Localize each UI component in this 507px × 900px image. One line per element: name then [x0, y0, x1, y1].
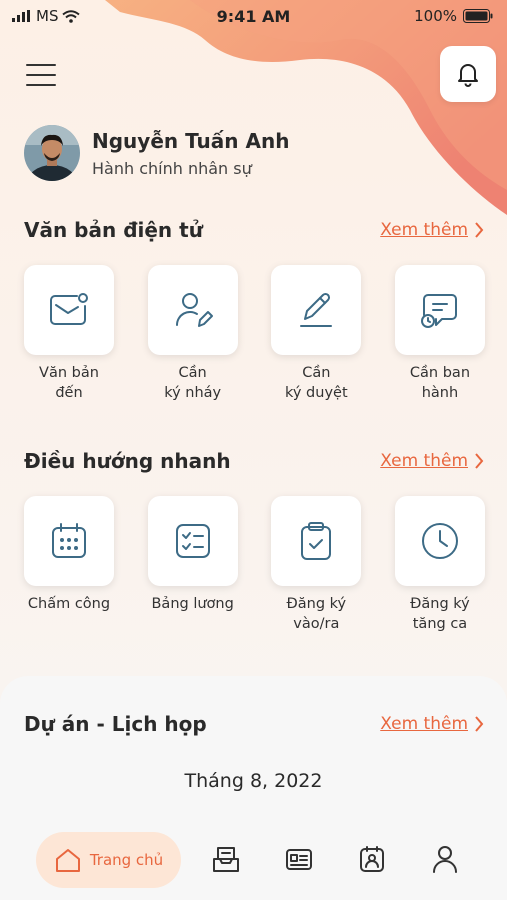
tile-card[interactable] — [271, 265, 362, 355]
tile-label-line: Cần — [302, 365, 331, 381]
clock-icon — [421, 523, 458, 559]
documents-see-more-link[interactable]: Xem thêm — [380, 220, 484, 240]
tile-label: Văn bản đến — [14, 363, 124, 403]
section-title: Điều hướng nhanh — [24, 449, 231, 473]
tile-label-line: Đăng ký — [410, 596, 470, 612]
tile-label-line: Bảng lương — [151, 596, 234, 612]
tile-label: Đăng ký vào/ra — [261, 594, 371, 634]
inbox-icon — [213, 847, 239, 872]
badge-icon — [360, 846, 384, 872]
tile-card[interactable] — [147, 265, 238, 355]
tile-need-issue[interactable]: Cần ban hành — [394, 265, 485, 403]
tile-incoming-documents[interactable]: Văn bản đến — [24, 265, 114, 403]
tile-overtime[interactable]: Đăng ký tăng ca — [394, 496, 485, 634]
tile-label-line: hành — [421, 385, 459, 401]
status-right: 100% — [414, 7, 493, 25]
calendar-icon — [52, 523, 86, 558]
tile-label: Cần ký nháy — [138, 363, 248, 403]
tile-card[interactable] — [394, 496, 485, 586]
hamburger-icon-line — [26, 74, 56, 76]
tile-label: Cần ký duyệt — [261, 363, 371, 403]
tile-label-line: đến — [55, 385, 83, 401]
tab-profile[interactable] — [428, 842, 462, 876]
tab-home[interactable]: Trang chủ — [36, 832, 181, 888]
carrier-label: MS — [36, 7, 59, 25]
tile-need-initial[interactable]: Cần ký nháy — [147, 265, 238, 403]
menu-button[interactable] — [26, 62, 56, 88]
chevron-right-icon — [475, 453, 484, 469]
tile-label: Chấm công — [14, 594, 124, 614]
signal-icon — [12, 10, 30, 22]
wifi-icon — [62, 9, 81, 23]
tile-label: Cần ban hành — [385, 363, 495, 403]
tile-label-line: ký nháy — [164, 385, 222, 401]
chevron-right-icon — [475, 716, 484, 732]
tile-need-approval[interactable]: Cần ký duyệt — [271, 265, 362, 403]
tile-label-line: Văn bản — [39, 365, 99, 381]
status-bar: MS 9:41 AM 100% — [0, 0, 507, 32]
pen-sign-icon — [300, 292, 333, 327]
see-more-label: Xem thêm — [380, 220, 468, 240]
user-edit-icon — [175, 293, 213, 327]
clipboard-check-icon — [301, 522, 332, 560]
profile-icon — [433, 846, 457, 873]
see-more-label: Xem thêm — [380, 714, 468, 734]
tile-card[interactable] — [24, 265, 114, 355]
hamburger-icon-line — [26, 84, 56, 86]
tile-card[interactable] — [271, 496, 362, 586]
tile-card[interactable] — [147, 496, 238, 586]
quick-nav-tiles: Chấm công Bảng lương Đăng ký vào/ra Đăng… — [24, 496, 485, 634]
tile-check-in-out[interactable]: Đăng ký vào/ra — [271, 496, 362, 634]
tile-payroll[interactable]: Bảng lương — [147, 496, 238, 634]
notification-button[interactable] — [440, 46, 496, 102]
tab-inbox[interactable] — [209, 842, 243, 876]
battery-icon — [463, 9, 493, 23]
bell-icon — [458, 64, 478, 87]
checklist-icon — [175, 524, 210, 558]
tile-label: Bảng lương — [138, 594, 248, 614]
avatar-image — [24, 125, 80, 181]
battery-percent: 100% — [414, 7, 457, 25]
tile-timekeeping[interactable]: Chấm công — [24, 496, 114, 634]
hamburger-icon-line — [26, 64, 56, 66]
home-icon — [55, 849, 80, 872]
tile-label-line: vào/ra — [293, 616, 340, 632]
tile-label-line: tăng ca — [412, 616, 468, 632]
chevron-right-icon — [475, 222, 484, 238]
news-icon — [286, 849, 312, 870]
incoming-mail-icon — [50, 293, 88, 325]
user-name: Nguyễn Tuấn Anh — [92, 128, 290, 153]
tab-news[interactable] — [282, 842, 316, 876]
user-profile[interactable]: Nguyễn Tuấn Anh Hành chính nhân sự — [24, 125, 289, 181]
projects-see-more-link[interactable]: Xem thêm — [380, 714, 484, 734]
bottom-tab-bar: Trang chủ — [0, 822, 507, 900]
tile-label: Đăng ký tăng ca — [385, 594, 495, 634]
calendar-month-label[interactable]: Tháng 8, 2022 — [0, 770, 507, 792]
quick-nav-section-header: Điều hướng nhanh Xem thêm — [24, 449, 484, 473]
tile-label-line: ký duyệt — [284, 385, 348, 401]
documents-section-header: Văn bản điện tử Xem thêm — [24, 218, 484, 242]
quick-nav-see-more-link[interactable]: Xem thêm — [380, 451, 484, 471]
status-left: MS — [12, 7, 81, 25]
tile-card[interactable] — [24, 496, 114, 586]
tile-card[interactable] — [394, 265, 485, 355]
section-title: Văn bản điện tử — [24, 218, 203, 242]
section-title: Dự án - Lịch họp — [24, 712, 207, 736]
tile-label-line: Chấm công — [27, 596, 111, 612]
tab-home-label: Trang chủ — [89, 851, 164, 869]
documents-tiles: Văn bản đến Cần ký nháy Cần ký duyệt Cần… — [24, 265, 485, 403]
projects-section-header: Dự án - Lịch họp Xem thêm — [24, 712, 484, 736]
tile-label-line: Cần ban — [409, 365, 471, 381]
see-more-label: Xem thêm — [380, 451, 468, 471]
tile-label-line: Cần — [178, 365, 207, 381]
tile-label-line: Đăng ký — [286, 596, 347, 612]
tab-badge[interactable] — [355, 842, 389, 876]
message-clock-icon — [420, 294, 457, 328]
user-info: Nguyễn Tuấn Anh Hành chính nhân sự — [92, 129, 289, 178]
avatar[interactable] — [24, 125, 80, 181]
user-role: Hành chính nhân sự — [92, 158, 252, 178]
